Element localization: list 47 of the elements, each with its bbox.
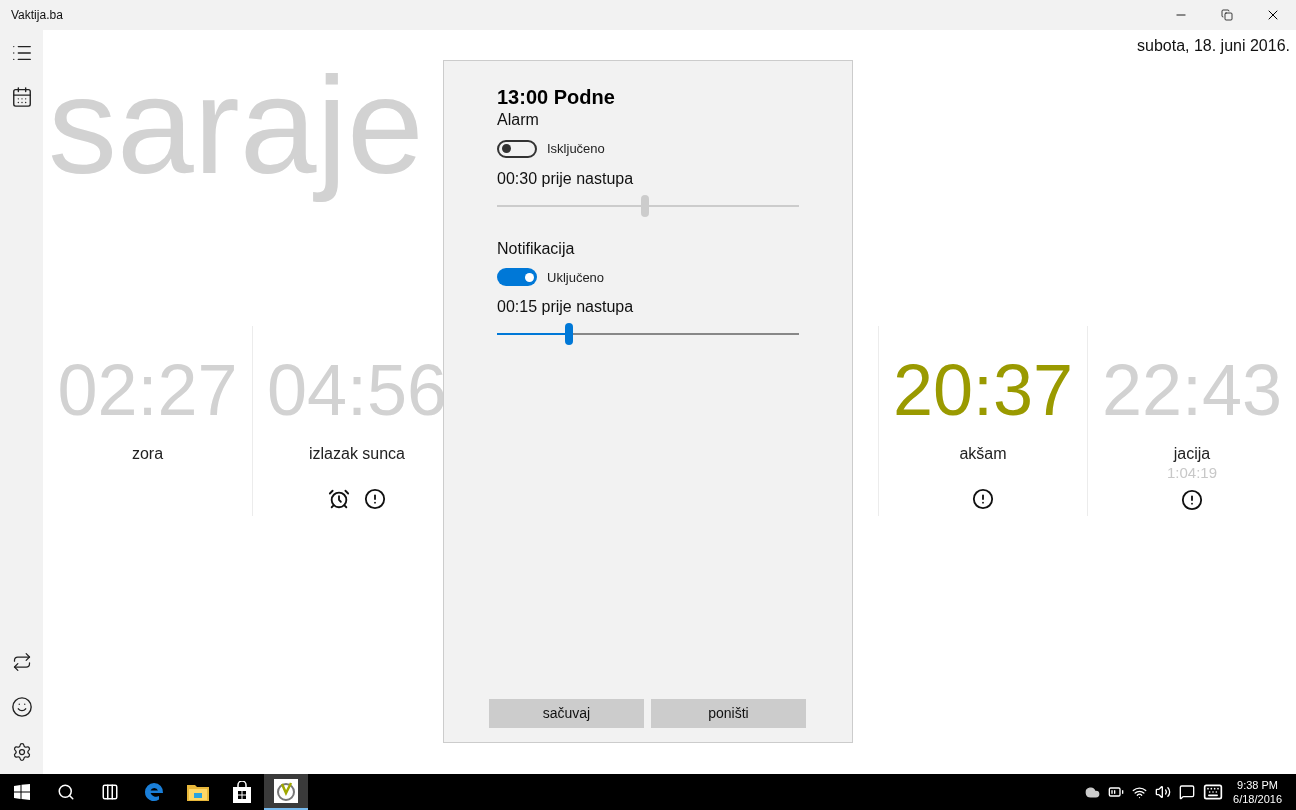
notification-icon[interactable] [1179,784,1196,800]
offset-label: 00:30 prije nastupa [497,168,635,189]
windows-logo-icon [14,784,30,800]
wifi-icon[interactable] [1132,784,1148,800]
settings-icon[interactable] [11,742,32,762]
slider-thumb[interactable] [640,194,649,217]
search-icon [57,783,75,801]
toggle-label: Uključeno [547,268,605,287]
restore-icon [1221,9,1233,21]
prayer-name: jacija [1173,444,1211,465]
dialog-title: 13:00 Podne [497,85,616,110]
taskbar-button[interactable] [264,774,308,810]
alarm-icon[interactable] [328,488,350,511]
battery-icon[interactable] [1108,784,1125,800]
window-title: Vaktija.ba [11,7,64,24]
slider[interactable] [497,323,799,345]
clock-time[interactable]: 9:38 PM [1237,778,1278,792]
toggle-switch[interactable] [497,139,537,158]
store-bag-icon [232,781,252,803]
task-view-icon [101,783,119,801]
browser-icon [143,781,165,803]
section-label: Notifikacija [497,238,576,259]
folder-icon [187,783,209,801]
dialog-button[interactable]: sačuvaj [489,699,644,728]
prayer-time: 20:37 [892,354,1074,427]
keyboard-icon[interactable] [1203,782,1224,802]
section-label: Alarm [497,110,540,130]
prayer-name: izlazak sunca [308,444,405,465]
alert-icon[interactable] [364,488,386,511]
alert-icon[interactable] [972,488,994,511]
slider-thumb[interactable] [565,323,574,345]
dialog-button[interactable]: poništi [651,699,806,728]
smiley-icon[interactable] [10,696,33,718]
prayer-name: zora [131,444,164,465]
app-clock-icon [274,779,298,803]
toggle-switch[interactable] [497,268,537,287]
offset-label: 00:15 prije nastupa [497,297,635,317]
prayer-name: akšam [959,444,1007,465]
toggle-label: Isključeno [547,140,605,158]
alert-icon[interactable] [1181,489,1203,512]
cloud-icon[interactable] [1085,784,1101,800]
date-label: subota, 18. juni 2016. [1137,36,1290,56]
slider[interactable] [497,194,799,217]
repeat-icon[interactable] [11,652,32,672]
calendar-icon[interactable] [10,86,33,108]
clock-date[interactable]: 6/18/2016 [1233,792,1282,806]
volume-icon[interactable] [1155,784,1172,800]
